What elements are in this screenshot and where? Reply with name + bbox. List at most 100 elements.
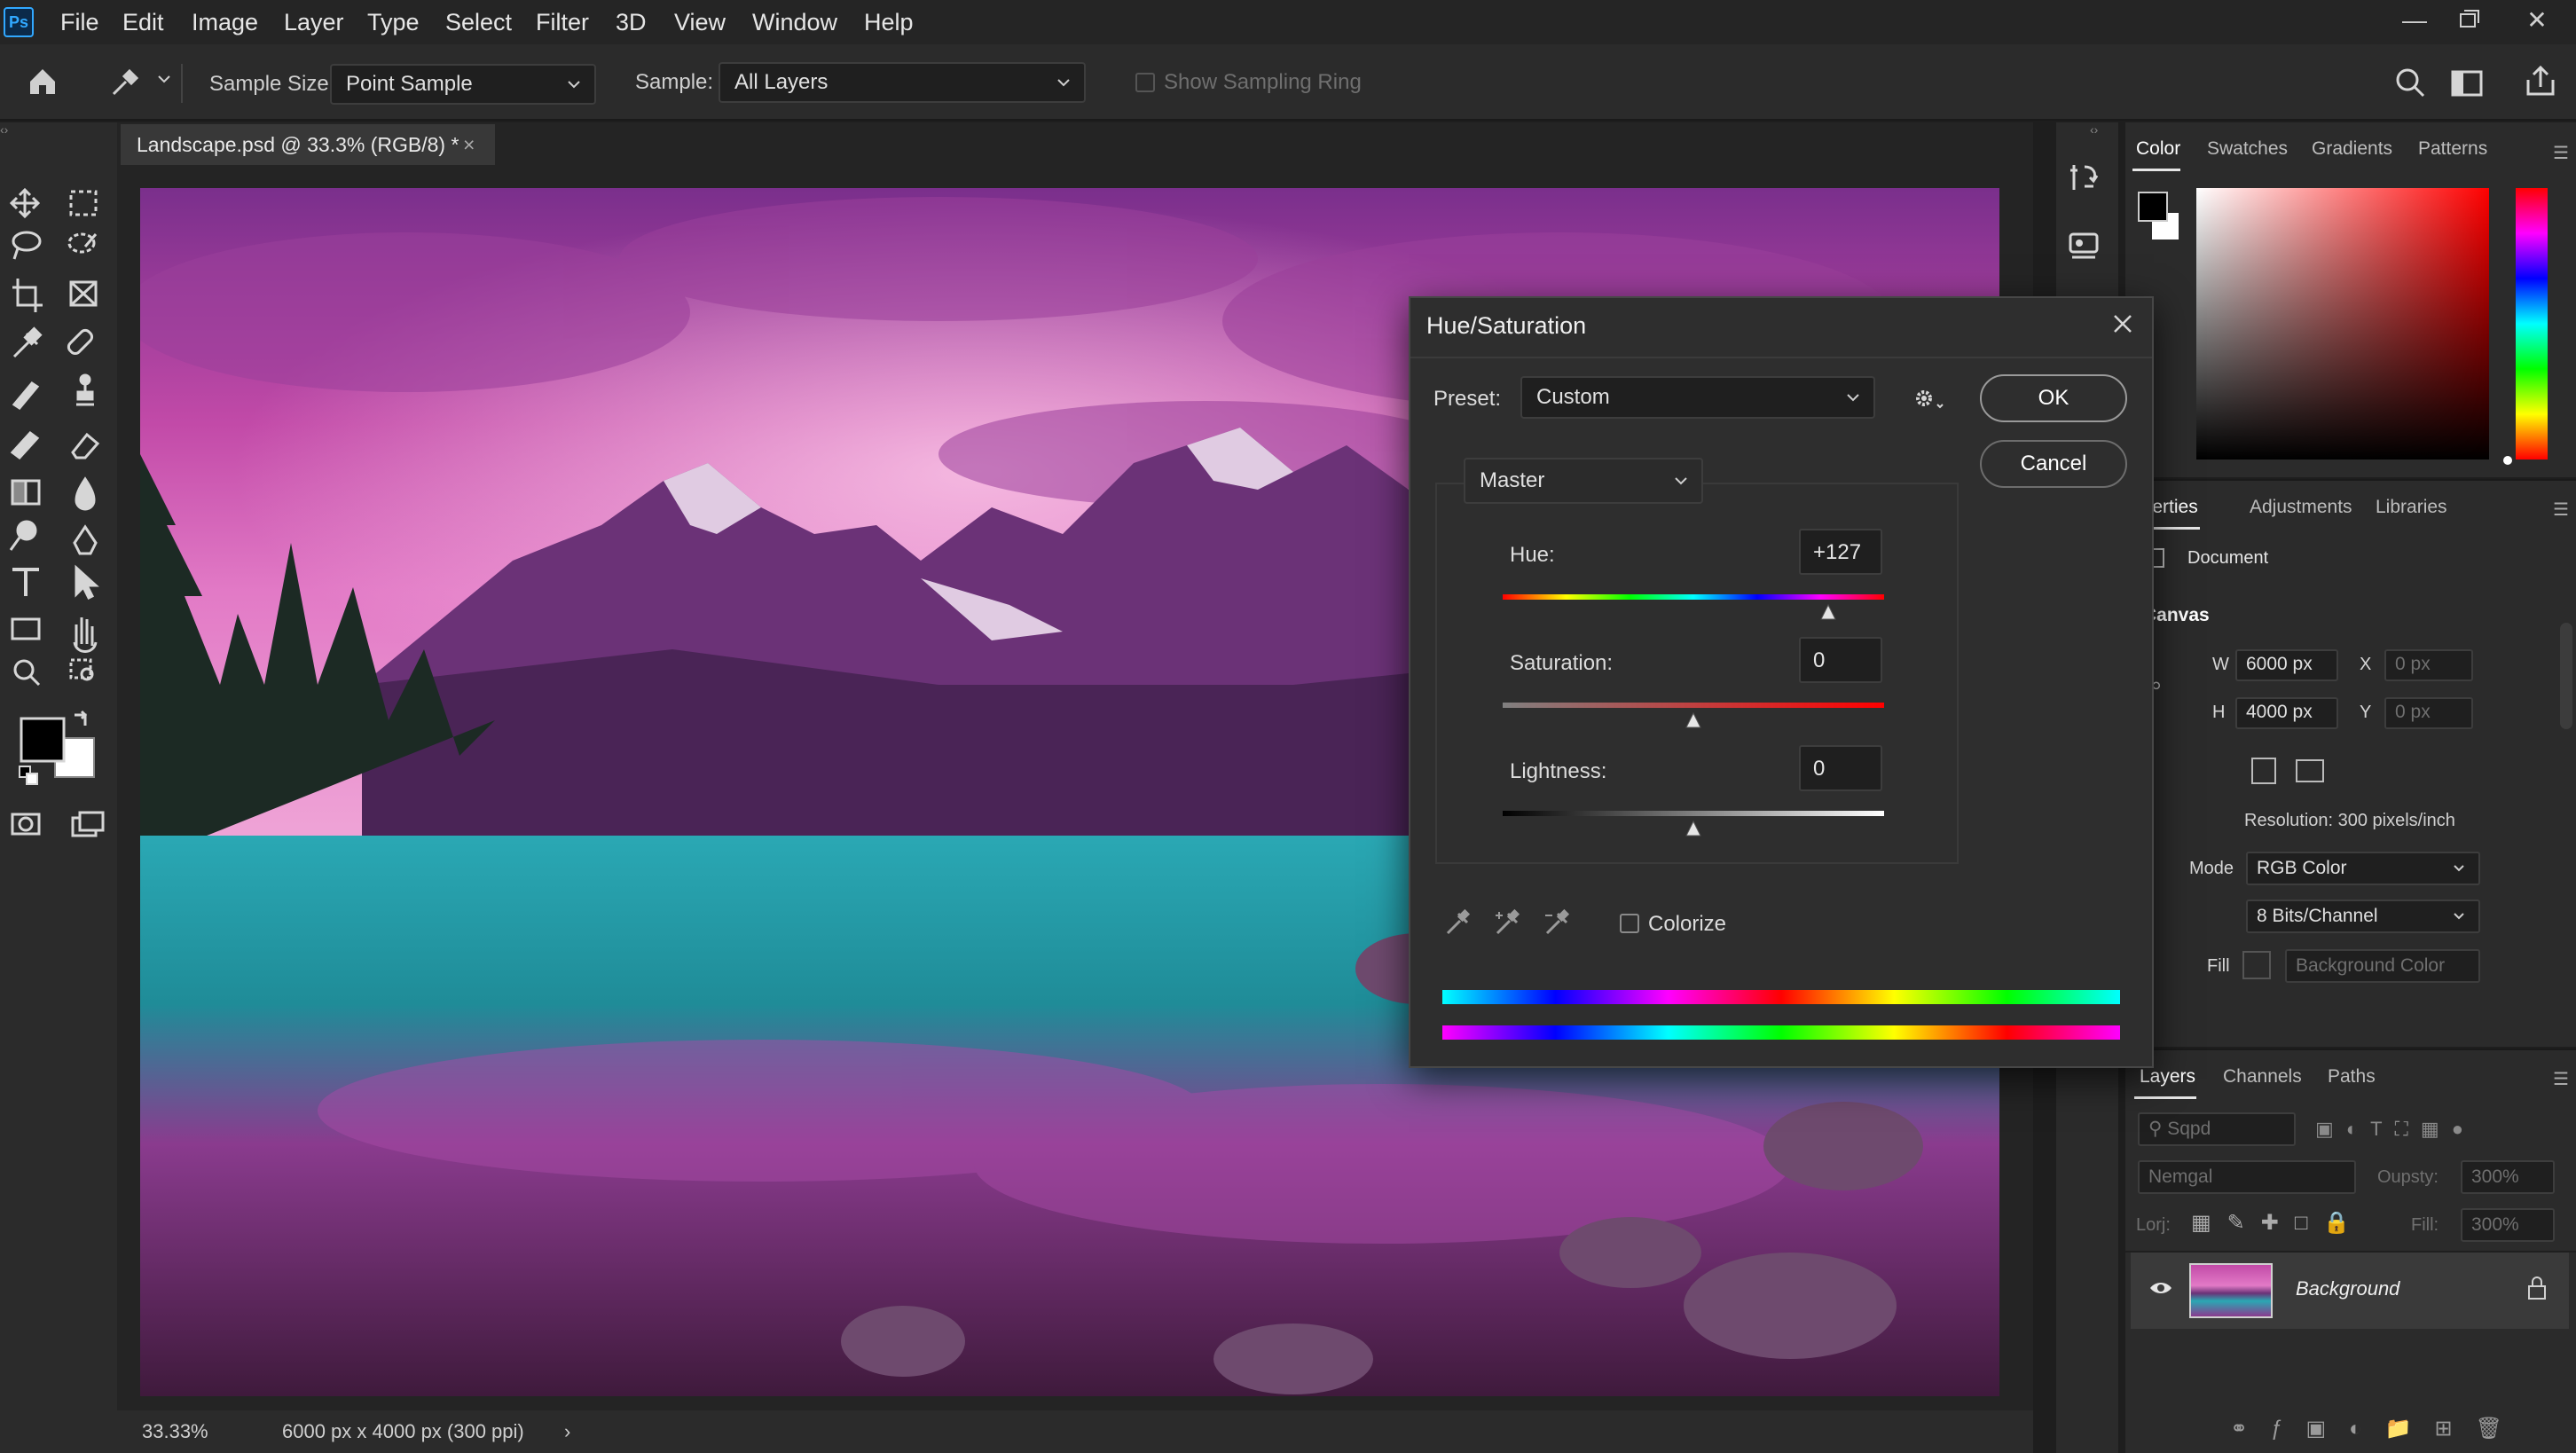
layer-row-background[interactable]: Background	[2131, 1253, 2569, 1329]
path-select-tool-icon[interactable]	[75, 564, 99, 601]
menu-file[interactable]: File	[60, 0, 99, 44]
quick-mask-icon[interactable]	[11, 813, 41, 836]
search-icon[interactable]	[2393, 66, 2429, 101]
menu-3d[interactable]: 3D	[616, 0, 647, 44]
menu-help[interactable]: Help	[864, 0, 914, 44]
fill-dropdown[interactable]: Background Color	[2285, 949, 2480, 983]
tab-libraries[interactable]: Libraries	[2376, 481, 2447, 534]
menu-image[interactable]: Image	[192, 0, 258, 44]
lightness-slider-thumb[interactable]	[1685, 820, 1702, 837]
layer-fill-field[interactable]: 300%	[2461, 1208, 2555, 1242]
bits-dropdown[interactable]: 8 Bits/Channel	[2246, 899, 2480, 933]
collapse-panels-icon[interactable]: ‹›	[2090, 122, 2098, 137]
rectangle-tool-icon[interactable]	[11, 617, 41, 640]
crop-tool-icon[interactable]	[12, 279, 43, 312]
hue-spectrum-slider[interactable]	[2516, 188, 2548, 459]
tab-color[interactable]: Color	[2136, 122, 2180, 176]
layer-filter-search[interactable]: ⚲ Sqpd	[2138, 1112, 2296, 1146]
menu-view[interactable]: View	[674, 0, 726, 44]
eyedropper-tool-icon[interactable]	[106, 64, 142, 99]
y-field[interactable]: 0 px	[2384, 697, 2473, 729]
opacity-field[interactable]: 300%	[2461, 1160, 2555, 1194]
lightness-value-field[interactable]: 0	[1799, 745, 1882, 791]
history-icon[interactable]	[2067, 160, 2102, 195]
color-field[interactable]	[2196, 188, 2489, 459]
tool-preset-chevron-icon[interactable]	[156, 71, 172, 87]
close-tab-icon[interactable]: ×	[463, 124, 475, 165]
clone-stamp-tool-icon[interactable]	[76, 373, 94, 406]
collapse-left-icon[interactable]: ‹›	[0, 122, 35, 140]
mixer-brush-tool-icon[interactable]	[10, 430, 40, 460]
layer-name[interactable]: Background	[2296, 1277, 2399, 1300]
tab-channels[interactable]: Channels	[2223, 1050, 2302, 1103]
move-tool-icon[interactable]	[9, 187, 41, 219]
restore-icon[interactable]	[2441, 0, 2494, 44]
menu-layer[interactable]: Layer	[284, 0, 344, 44]
menu-edit[interactable]: Edit	[122, 0, 164, 44]
more-tools-icon[interactable]	[69, 658, 94, 681]
menu-type[interactable]: Type	[367, 0, 420, 44]
foreground-color-swatch[interactable]	[20, 717, 66, 763]
eyedropper-icon[interactable]	[1442, 907, 1474, 939]
share-icon[interactable]	[2523, 64, 2558, 99]
tab-adjustments[interactable]: Adjustments	[2250, 481, 2352, 534]
menu-select[interactable]: Select	[445, 0, 512, 44]
brush-tool-icon[interactable]	[12, 381, 40, 410]
x-field[interactable]: 0 px	[2384, 649, 2473, 681]
eye-visibility-icon[interactable]	[2148, 1279, 2173, 1297]
preset-dropdown[interactable]: Custom	[1520, 376, 1875, 419]
hand-tool-icon[interactable]	[73, 617, 98, 653]
default-colors-icon[interactable]	[19, 766, 38, 785]
landscape-orientation-icon[interactable]	[2296, 759, 2324, 782]
hue-slider-handle[interactable]	[2503, 456, 2512, 465]
eyedropper-plus-icon[interactable]	[1492, 907, 1524, 939]
marquee-tool-icon[interactable]	[69, 190, 98, 216]
layer-filter-icons[interactable]: ▣◐T⛶▦●	[2315, 1118, 2476, 1141]
tab-patterns[interactable]: Patterns	[2418, 122, 2487, 176]
type-tool-icon[interactable]	[12, 568, 39, 596]
saturation-slider-track[interactable]	[1503, 703, 1884, 708]
saturation-value-field[interactable]: 0	[1799, 637, 1882, 683]
zoom-tool-icon[interactable]	[13, 659, 41, 687]
layer-action-icons[interactable]: ⚭ƒ▣◐📁⊞🗑	[2230, 1416, 2525, 1441]
tab-gradients[interactable]: Gradients	[2312, 122, 2392, 176]
frame-tool-icon[interactable]	[69, 280, 98, 307]
swap-colors-icon[interactable]	[75, 710, 88, 726]
healing-brush-tool-icon[interactable]	[67, 328, 94, 356]
foreground-color-chip[interactable]	[2138, 192, 2168, 222]
sample-size-dropdown[interactable]: Point Sample	[330, 64, 596, 105]
cancel-button[interactable]: Cancel	[1980, 440, 2127, 488]
gradient-tool-icon[interactable]	[11, 479, 41, 506]
screen-mode-icon[interactable]	[71, 811, 105, 837]
channel-dropdown[interactable]: Master	[1464, 458, 1703, 504]
properties-icon[interactable]	[2067, 229, 2102, 264]
hue-slider-thumb[interactable]	[1819, 603, 1837, 621]
eyedropper-icon[interactable]	[12, 326, 43, 358]
saturation-slider-thumb[interactable]	[1685, 711, 1702, 729]
colorize-checkbox[interactable]	[1620, 914, 1639, 933]
fill-swatch[interactable]	[2242, 951, 2271, 979]
home-icon[interactable]	[25, 64, 60, 99]
hue-value-field[interactable]: +127	[1799, 529, 1882, 575]
eyedropper-minus-icon[interactable]	[1542, 907, 1574, 939]
ok-button[interactable]: OK	[1980, 374, 2127, 422]
sample-dropdown[interactable]: All Layers	[719, 62, 1086, 103]
menu-filter[interactable]: Filter	[536, 0, 589, 44]
sampling-ring-checkbox[interactable]	[1135, 73, 1155, 92]
pen-tool-icon[interactable]	[73, 524, 98, 555]
panel-menu-icon[interactable]: ☰	[2553, 142, 2569, 164]
lightness-slider-track[interactable]	[1503, 811, 1884, 816]
width-field[interactable]: 6000 px	[2235, 649, 2338, 681]
quick-select-tool-icon[interactable]	[67, 232, 98, 254]
workspace-icon[interactable]	[2450, 67, 2486, 99]
panel-menu-icon[interactable]: ☰	[2553, 1068, 2569, 1090]
close-dialog-icon[interactable]	[2111, 312, 2134, 335]
close-window-icon[interactable]: ✕	[2510, 0, 2564, 44]
tab-paths[interactable]: Paths	[2328, 1050, 2376, 1103]
lock-icons[interactable]: ▦✎✚□🔒	[2191, 1210, 2366, 1236]
lasso-tool-icon[interactable]	[12, 231, 42, 260]
zoom-level[interactable]: 33.33%	[142, 1410, 208, 1453]
menu-window[interactable]: Window	[752, 0, 837, 44]
dodge-tool-icon[interactable]	[9, 520, 37, 551]
properties-scrollbar[interactable]	[2560, 623, 2572, 729]
